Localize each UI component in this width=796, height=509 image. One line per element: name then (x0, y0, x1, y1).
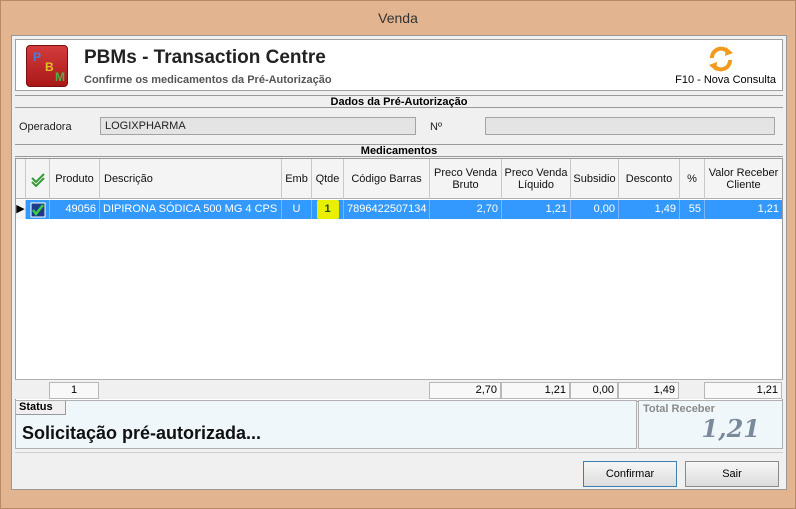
dados-section-title: Dados da Pré-Autorização (15, 95, 783, 108)
header-title: PBMs - Transaction Centre (84, 47, 326, 68)
dialog-client-area: P B M PBMs - Transaction Centre Confirme… (11, 35, 787, 490)
numero-label: Nº (430, 121, 442, 133)
cell-qtde[interactable]: 1 (312, 200, 344, 219)
col-produto[interactable]: Produto (50, 159, 100, 199)
col-preco-liquido[interactable]: Preco Venda Líquido (502, 159, 571, 199)
status-tab: Status (16, 401, 66, 415)
cell-produto: 49056 (50, 200, 100, 219)
total-desconto: 1,49 (618, 382, 679, 399)
nova-consulta-button[interactable]: F10 - Nova Consulta (666, 44, 776, 88)
header-indicator (16, 159, 26, 199)
refresh-arrows-icon (709, 46, 733, 72)
total-receber-value: 1,21 (701, 414, 760, 443)
operadora-label: Operadora (19, 121, 72, 133)
col-qtde[interactable]: Qtde (312, 159, 344, 199)
col-preco-bruto[interactable]: Preco Venda Bruto (430, 159, 502, 199)
qtde-value: 1 (316, 200, 339, 219)
nova-consulta-label: F10 - Nova Consulta (675, 74, 776, 86)
total-subsidio: 0,00 (570, 382, 618, 399)
col-subsidio[interactable]: Subsidio (571, 159, 619, 199)
col-descricao[interactable]: Descrição (100, 159, 282, 199)
cell-codigo-barras: 7896422507134 (344, 200, 430, 219)
total-preco-bruto: 2,70 (429, 382, 501, 399)
button-bar: Confirmar Sair (15, 452, 783, 487)
row-indicator-icon: ▶ (16, 200, 26, 219)
row-checkbox[interactable] (26, 200, 50, 219)
total-preco-liquido: 1,21 (501, 382, 570, 399)
col-desconto[interactable]: Desconto (619, 159, 680, 199)
total-count: 1 (49, 382, 99, 399)
numero-field (485, 117, 775, 135)
cell-desconto: 1,49 (619, 200, 680, 219)
col-percent[interactable]: % (680, 159, 705, 199)
col-codigo-barras[interactable]: Código Barras (344, 159, 430, 199)
logo-letter-p: P (33, 50, 42, 64)
confirmar-button[interactable]: Confirmar (583, 461, 677, 487)
status-panel: Status Solicitação pré-autorizada... (15, 400, 637, 449)
cell-emb: U (282, 200, 312, 219)
medicamentos-grid[interactable]: Produto Descrição Emb Qtde Código Barras… (15, 158, 783, 402)
total-receber-panel: Total Receber 1,21 (638, 400, 783, 449)
dados-panel: Operadora LOGIXPHARMA Nº (15, 108, 783, 140)
cell-subsidio: 0,00 (571, 200, 619, 219)
sair-button[interactable]: Sair (685, 461, 779, 487)
cell-preco-liquido: 1,21 (502, 200, 571, 219)
logo-letter-b: B (45, 60, 54, 74)
operadora-field: LOGIXPHARMA (100, 117, 416, 135)
pbm-logo: P B M (26, 45, 68, 87)
header-subtitle: Confirme os medicamentos da Pré-Autoriza… (84, 74, 332, 86)
cell-preco-bruto: 2,70 (430, 200, 502, 219)
medicamentos-section-title: Medicamentos (15, 144, 783, 157)
venda-window: Venda P B M PBMs - Transaction Centre Co… (0, 0, 796, 509)
total-valor-receber: 1,21 (704, 382, 782, 399)
checkbox-checked-icon (30, 202, 45, 218)
cell-valor-receber: 1,21 (705, 200, 782, 219)
col-emb[interactable]: Emb (282, 159, 312, 199)
double-check-icon (30, 173, 45, 187)
cell-descricao: DIPIRONA SÓDICA 500 MG 4 CPS (100, 200, 282, 219)
header-panel: P B M PBMs - Transaction Centre Confirme… (15, 39, 783, 91)
grid-header: Produto Descrição Emb Qtde Código Barras… (16, 159, 782, 199)
table-row[interactable]: ▶ 49056 DIPIRONA SÓDICA 500 MG 4 CPS U 1… (16, 200, 782, 219)
select-all-check-icon[interactable] (26, 159, 50, 199)
window-title: Venda (378, 10, 418, 26)
col-valor-receber[interactable]: Valor Receber Cliente (705, 159, 782, 199)
status-message: Solicitação pré-autorizada... (22, 423, 262, 443)
cell-percent: 55 (680, 200, 705, 219)
grid-totals-row: 1 2,70 1,21 0,00 1,49 1,21 (15, 379, 783, 399)
logo-letter-m: M (55, 70, 65, 84)
